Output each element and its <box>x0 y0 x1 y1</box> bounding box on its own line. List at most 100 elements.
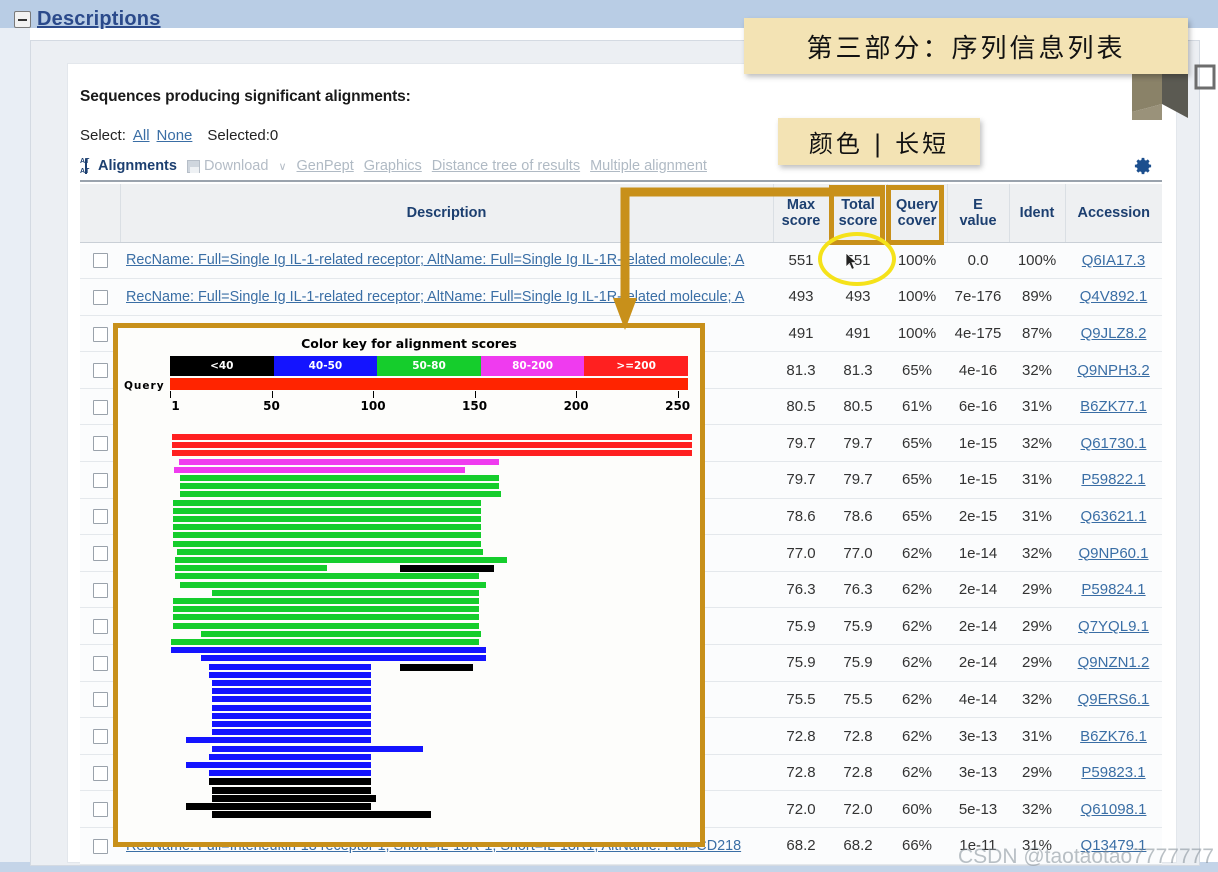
alignment-bar[interactable] <box>180 475 498 481</box>
alignment-bar[interactable] <box>201 631 480 637</box>
alignment-bar[interactable] <box>186 803 371 810</box>
alignments-button[interactable]: Alignments <box>80 158 177 175</box>
accession-link[interactable]: Q4V892.1 <box>1080 288 1148 305</box>
row-checkbox[interactable] <box>93 802 108 817</box>
row-checkbox[interactable] <box>93 619 108 634</box>
alignment-bar[interactable] <box>212 696 371 702</box>
alignment-bar[interactable] <box>212 811 431 818</box>
multiple-alignment-link[interactable]: Multiple alignment <box>590 158 707 174</box>
alignment-bar[interactable] <box>212 713 371 719</box>
alignment-bar[interactable] <box>180 491 501 497</box>
collapse-minus-icon[interactable] <box>14 11 31 28</box>
row-checkbox[interactable] <box>93 473 108 488</box>
alignment-bar[interactable] <box>172 434 692 440</box>
alignment-bar[interactable] <box>212 590 479 596</box>
accession-link[interactable]: Q9NZN1.2 <box>1078 654 1150 671</box>
accession-link[interactable]: P59824.1 <box>1081 581 1145 598</box>
alignment-bar[interactable] <box>173 524 481 530</box>
accession-link[interactable]: Q61098.1 <box>1081 801 1147 818</box>
alignment-bar[interactable] <box>186 737 371 743</box>
row-checkbox[interactable] <box>93 436 108 451</box>
row-checkbox-cell[interactable] <box>80 242 120 279</box>
accession-link[interactable]: B6ZK77.1 <box>1080 398 1147 415</box>
accession-link[interactable]: Q9ERS6.1 <box>1078 691 1150 708</box>
row-checkbox[interactable] <box>93 583 108 598</box>
accession-link[interactable]: P59822.1 <box>1081 471 1145 488</box>
accession-link[interactable]: B6ZK76.1 <box>1080 728 1147 745</box>
graphics-link[interactable]: Graphics <box>364 158 422 174</box>
alignment-bar[interactable] <box>201 655 485 661</box>
row-checkbox-cell[interactable] <box>80 279 120 316</box>
download-button[interactable]: Download <box>187 158 269 174</box>
alignment-bar[interactable] <box>209 754 371 760</box>
row-checkbox[interactable] <box>93 729 108 744</box>
alignment-bar[interactable] <box>400 664 473 671</box>
chevron-down-icon[interactable]: ∨ <box>278 160 286 173</box>
alignment-bar[interactable] <box>179 459 498 465</box>
alignment-bar[interactable] <box>209 778 371 785</box>
alignment-bar[interactable] <box>171 647 486 653</box>
gear-icon[interactable] <box>1134 157 1152 175</box>
alignment-bar[interactable] <box>212 688 371 694</box>
alignment-bar[interactable] <box>172 450 692 456</box>
alignment-bar[interactable] <box>209 664 371 670</box>
row-checkbox[interactable] <box>93 363 108 378</box>
row-checkbox[interactable] <box>93 400 108 415</box>
alignment-bar[interactable] <box>173 614 479 620</box>
row-checkbox[interactable] <box>93 327 108 342</box>
alignment-bar[interactable] <box>212 746 423 752</box>
alignment-bar[interactable] <box>209 672 371 678</box>
row-checkbox[interactable] <box>93 290 108 305</box>
th-ident[interactable]: Ident <box>1009 184 1065 242</box>
accession-link[interactable]: Q9NPH3.2 <box>1077 362 1150 379</box>
alignment-bar[interactable] <box>175 557 506 563</box>
accession-link[interactable]: Q7YQL9.1 <box>1078 618 1149 635</box>
alignment-bar[interactable] <box>173 598 479 604</box>
alignment-bar[interactable] <box>175 565 326 571</box>
alignment-bar[interactable] <box>212 721 371 727</box>
th-e-value[interactable]: E value <box>947 184 1009 242</box>
alignment-bar[interactable] <box>173 532 481 538</box>
alignment-bar[interactable] <box>173 623 479 629</box>
alignment-bar[interactable] <box>173 508 481 514</box>
alignment-bar[interactable] <box>212 705 371 711</box>
alignment-bar[interactable] <box>173 500 481 506</box>
accession-link[interactable]: Q9NP60.1 <box>1078 545 1148 562</box>
alignment-bar[interactable] <box>212 729 371 735</box>
alignment-bar[interactable] <box>212 787 371 794</box>
accession-link[interactable]: Q63621.1 <box>1081 508 1147 525</box>
row-checkbox[interactable] <box>93 692 108 707</box>
alignment-bar[interactable] <box>173 606 479 612</box>
select-all-link[interactable]: All <box>133 127 150 144</box>
th-accession[interactable]: Accession <box>1065 184 1162 242</box>
row-checkbox[interactable] <box>93 253 108 268</box>
alignment-bar[interactable] <box>175 573 479 579</box>
accession-link[interactable]: Q6IA17.3 <box>1082 252 1145 269</box>
row-checkbox[interactable] <box>93 509 108 524</box>
distance-tree-link[interactable]: Distance tree of results <box>432 158 580 174</box>
alignment-bar[interactable] <box>400 565 494 572</box>
alignment-bar[interactable] <box>174 467 465 473</box>
alignment-bar[interactable] <box>173 516 481 522</box>
alignment-bar[interactable] <box>171 639 479 645</box>
row-checkbox[interactable] <box>93 839 108 854</box>
alignment-bar[interactable] <box>180 582 485 588</box>
descriptions-header[interactable]: Descriptions <box>14 8 161 31</box>
alignment-bar[interactable] <box>186 762 371 768</box>
alignment-bar[interactable] <box>209 770 371 776</box>
accession-link[interactable]: Q9JLZ8.2 <box>1081 325 1147 342</box>
select-none-link[interactable]: None <box>157 127 193 144</box>
accession-link[interactable]: Q61730.1 <box>1081 435 1147 452</box>
alignment-bar[interactable] <box>173 541 481 547</box>
row-checkbox[interactable] <box>93 546 108 561</box>
alignment-bar[interactable] <box>212 795 376 802</box>
row-checkbox[interactable] <box>93 656 108 671</box>
alignment-bar[interactable] <box>172 442 692 448</box>
genpept-link[interactable]: GenPept <box>297 158 354 174</box>
accession-link[interactable]: P59823.1 <box>1081 764 1145 781</box>
alignment-bar[interactable] <box>212 680 371 686</box>
row-checkbox[interactable] <box>93 766 108 781</box>
page-title[interactable]: Descriptions <box>37 8 161 31</box>
alignment-bar[interactable] <box>180 483 498 489</box>
alignment-bar[interactable] <box>177 549 483 555</box>
